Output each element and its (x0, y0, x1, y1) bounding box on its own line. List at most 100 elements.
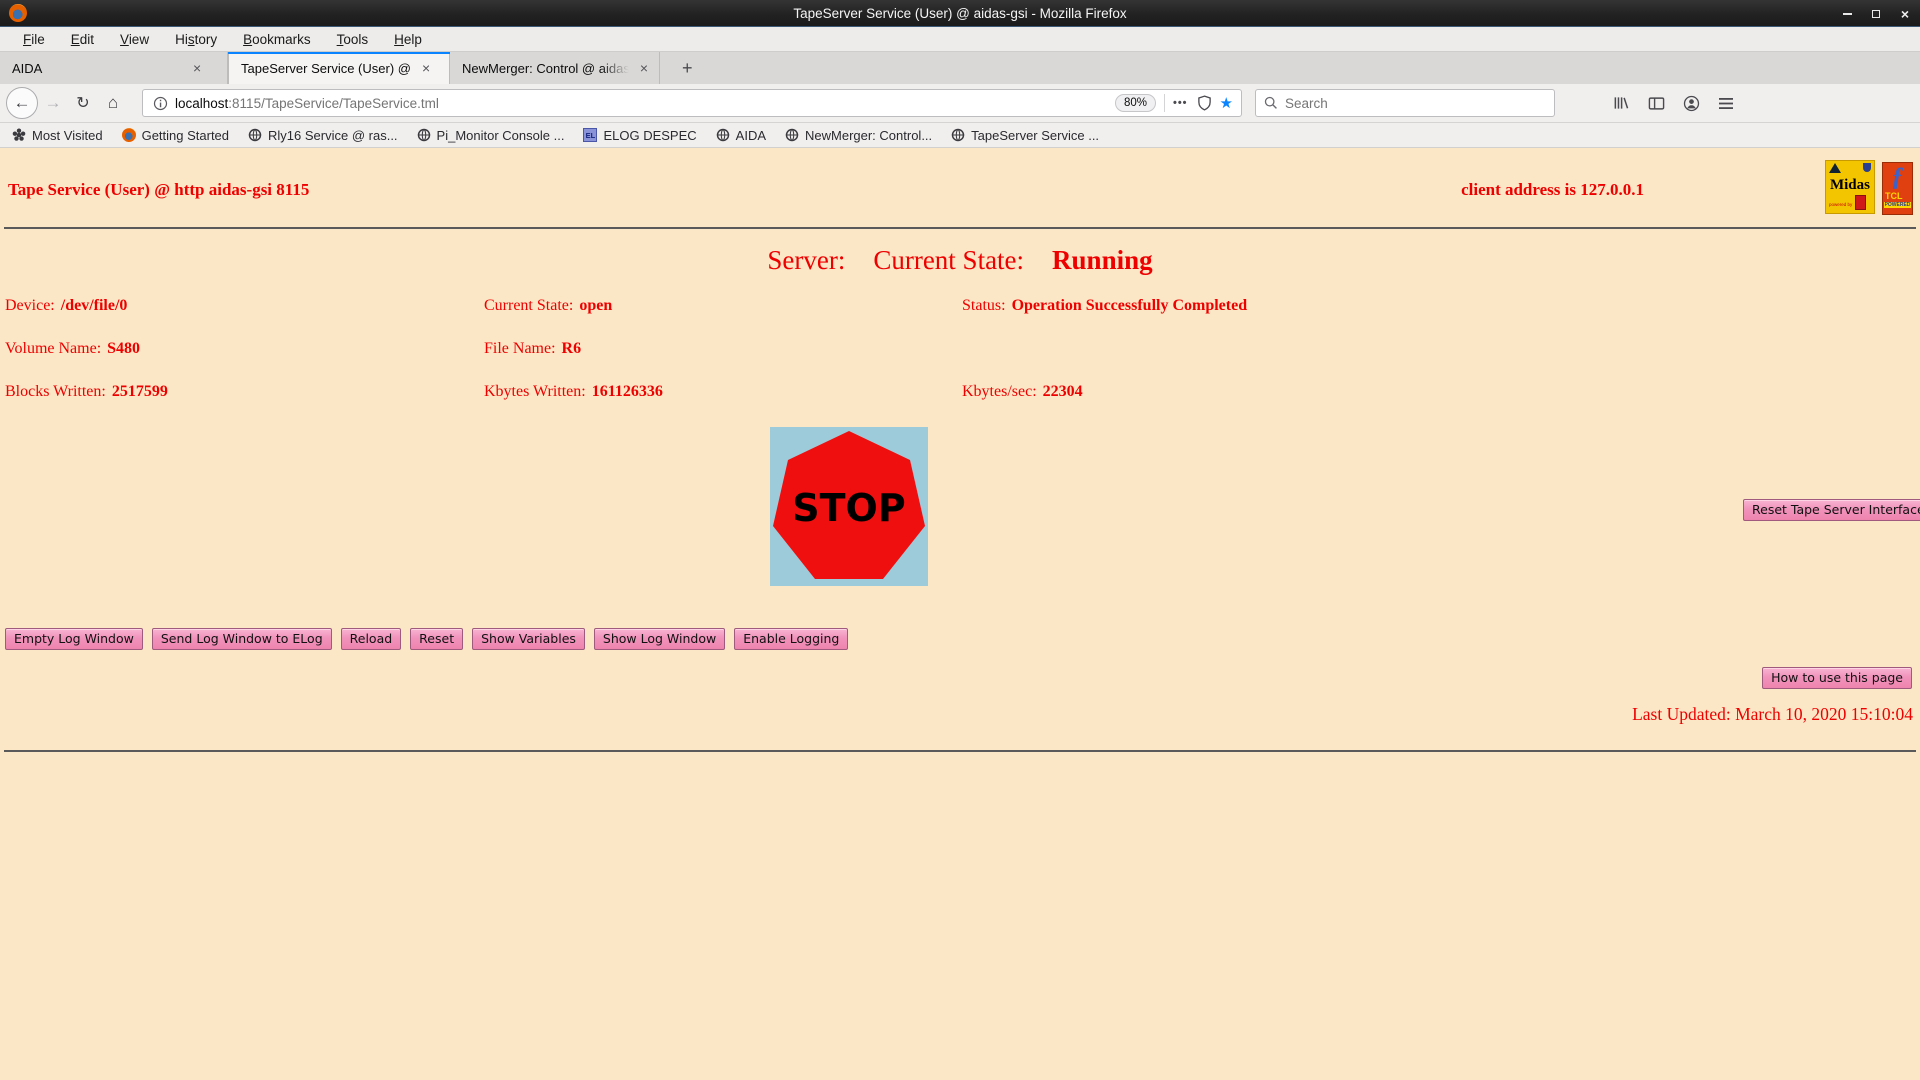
bookmark-aida[interactable]: AIDA (716, 128, 766, 143)
bookmark-pi-monitor[interactable]: Pi_Monitor Console ... (417, 128, 565, 143)
tab-tapeserver-active[interactable]: TapeServer Service (User) @ × (228, 52, 450, 84)
menu-history[interactable]: History (164, 30, 228, 49)
bookmark-rly16-service[interactable]: Rly16 Service @ ras... (248, 128, 398, 143)
menu-bookmarks[interactable]: Bookmarks (232, 30, 322, 49)
tab-title: AIDA (12, 61, 182, 76)
field-kbytes-written: Kbytes Written:161126336 (484, 383, 663, 401)
midas-redbox-icon (1855, 195, 1866, 210)
field-file-name: File Name:R6 (484, 340, 581, 358)
field-kbytes-per-sec: Kbytes/sec:22304 (962, 383, 1083, 401)
reload-page-button[interactable]: Reload (341, 628, 402, 650)
globe-icon (785, 128, 799, 142)
server-state-value: Running (1052, 245, 1153, 275)
url-text: localhost:8115/TapeService/TapeService.t… (175, 96, 1115, 111)
zoom-level-badge[interactable]: 80% (1115, 94, 1156, 112)
maximize-button[interactable] (1869, 7, 1883, 21)
bookmark-elog-despec[interactable]: EL ELOG DESPEC (583, 128, 696, 143)
divider (1164, 94, 1165, 112)
back-icon: ← (14, 93, 31, 113)
bookmark-tapeserver[interactable]: TapeServer Service ... (951, 128, 1099, 143)
sidebar-icon[interactable] (1648, 96, 1665, 111)
close-tab-icon[interactable]: × (190, 60, 204, 76)
search-input[interactable] (1285, 96, 1546, 111)
close-button[interactable]: × (1898, 7, 1912, 21)
library-icon[interactable] (1613, 95, 1630, 111)
tab-title: TapeServer Service (User) @ (241, 61, 411, 76)
client-address: client address is 127.0.0.1 (1461, 180, 1644, 200)
send-log-to-elog-button[interactable]: Send Log Window to ELog (152, 628, 332, 650)
bookmarks-toolbar: Most Visited Getting Started Rly16 Servi… (0, 123, 1920, 148)
minimize-button[interactable] (1840, 7, 1854, 21)
midas-triangle-icon (1829, 163, 1841, 173)
account-icon[interactable] (1683, 95, 1700, 112)
page-content: Tape Service (User) @ http aidas-gsi 811… (0, 148, 1920, 1080)
midas-logo: Midas powered by (1825, 160, 1875, 214)
show-variables-button[interactable]: Show Variables (472, 628, 585, 650)
action-button-row: Empty Log Window Send Log Window to ELog… (5, 628, 848, 650)
search-icon (1264, 96, 1278, 110)
reset-tape-server-button[interactable]: Reset Tape Server Interface (1743, 499, 1920, 521)
pocket-shield-icon[interactable] (1197, 95, 1212, 111)
minimize-icon (1843, 13, 1852, 15)
menu-bar: File Edit View History Bookmarks Tools H… (0, 27, 1920, 52)
tab-title: NewMerger: Control @ aidas (462, 61, 629, 76)
bookmark-most-visited[interactable]: Most Visited (12, 128, 103, 143)
url-bar[interactable]: localhost:8115/TapeService/TapeService.t… (142, 89, 1242, 117)
hamburger-menu-icon[interactable] (1718, 97, 1734, 110)
stop-sign-label: STOP (792, 486, 905, 530)
menu-edit[interactable]: Edit (60, 30, 105, 49)
menu-file[interactable]: File (12, 30, 56, 49)
bookmark-newmerger[interactable]: NewMerger: Control... (785, 128, 932, 143)
show-log-window-button[interactable]: Show Log Window (594, 628, 725, 650)
menu-help[interactable]: Help (383, 30, 433, 49)
tab-aida[interactable]: AIDA × (0, 52, 228, 84)
menu-view[interactable]: View (109, 30, 160, 49)
tab-bar: AIDA × TapeServer Service (User) @ × New… (0, 52, 1920, 84)
back-button[interactable]: ← (6, 87, 38, 119)
last-updated-text: Last Updated: March 10, 2020 15:10:04 (1632, 704, 1913, 725)
bookmark-star-icon[interactable]: ★ (1220, 94, 1233, 112)
navigation-toolbar: ← → ↻ ⌂ localhost:8115/TapeService/TapeS… (0, 84, 1920, 123)
home-button[interactable]: ⌂ (98, 93, 128, 113)
close-tab-icon[interactable]: × (419, 60, 433, 76)
globe-icon (248, 128, 262, 142)
enable-logging-button[interactable]: Enable Logging (734, 628, 848, 650)
server-state-heading: Server:Current State:Running (0, 245, 1920, 276)
tcl-feather-icon: ƒ (1883, 163, 1912, 191)
stop-sign-image: STOP (770, 427, 928, 586)
home-icon: ⌂ (108, 93, 118, 112)
bookmark-getting-started[interactable]: Getting Started (122, 128, 229, 143)
forward-button[interactable]: → (38, 93, 68, 113)
field-status: Status:Operation Successfully Completed (962, 297, 1247, 315)
field-volume-name: Volume Name:S480 (5, 340, 140, 358)
horizontal-rule-top (4, 227, 1916, 229)
empty-log-window-button[interactable]: Empty Log Window (5, 628, 143, 650)
reload-button[interactable]: ↻ (68, 93, 98, 113)
window-titlebar: TapeServer Service (User) @ aidas-gsi - … (0, 0, 1920, 27)
firefox-icon (122, 128, 136, 142)
maximize-icon (1872, 10, 1880, 18)
window-title: TapeServer Service (User) @ aidas-gsi - … (0, 6, 1920, 21)
elog-icon: EL (583, 128, 597, 142)
tab-newmerger[interactable]: NewMerger: Control @ aidas × (450, 52, 660, 84)
site-info-icon[interactable] (153, 96, 168, 111)
close-tab-icon[interactable]: × (637, 60, 651, 76)
field-current-state: Current State:open (484, 297, 612, 315)
flower-icon (12, 128, 26, 142)
field-device: Device:/dev/file/0 (5, 297, 127, 315)
menu-tools[interactable]: Tools (326, 30, 380, 49)
page-title: Tape Service (User) @ http aidas-gsi 811… (8, 180, 309, 200)
reload-icon: ↻ (76, 95, 89, 112)
page-actions-icon[interactable]: ••• (1173, 97, 1188, 109)
forward-icon: → (45, 93, 62, 112)
globe-icon (716, 128, 730, 142)
globe-icon (951, 128, 965, 142)
how-to-use-button[interactable]: How to use this page (1762, 667, 1912, 689)
search-bar[interactable] (1255, 89, 1555, 117)
tcl-powered-logo: ƒ TCL POWERED (1882, 162, 1913, 215)
field-blocks-written: Blocks Written:2517599 (5, 383, 168, 401)
horizontal-rule-bottom (4, 750, 1916, 752)
midas-shield-icon (1863, 163, 1871, 172)
reset-button[interactable]: Reset (410, 628, 463, 650)
new-tab-button[interactable]: + (674, 56, 701, 81)
